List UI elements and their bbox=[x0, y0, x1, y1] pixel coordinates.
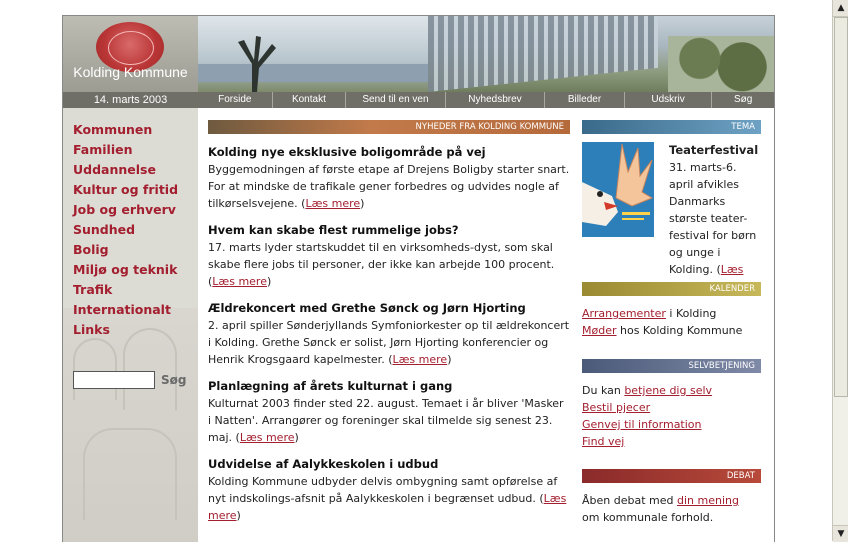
right-column: TEMA Teaterfestival 31. marts-6. april a… bbox=[582, 120, 761, 524]
self-service-link[interactable]: betjene dig selv bbox=[624, 384, 712, 397]
menu-job-og-erhverv[interactable]: Job og erhverv bbox=[73, 200, 178, 220]
read-more-link[interactable]: Læs mere bbox=[212, 275, 267, 288]
debat-text: Åben debat med bbox=[582, 494, 677, 507]
nav-kontakt[interactable]: Kontakt bbox=[273, 92, 347, 108]
page-frame: Kolding Kommune 14. marts 2003 Forside K… bbox=[62, 15, 775, 542]
news-column: NYHEDER FRA KOLDING KOMMUNE Kolding nye … bbox=[208, 120, 570, 524]
menu-miljoe-og-teknik[interactable]: Miljø og teknik bbox=[73, 260, 178, 280]
selvbetjening-intro: Du kan bbox=[582, 384, 625, 397]
news-body: Kolding Kommune udbyder delvis ombygning… bbox=[208, 475, 558, 505]
menu-familien[interactable]: Familien bbox=[73, 140, 178, 160]
logo-panel: Kolding Kommune bbox=[63, 16, 198, 92]
read-more-link[interactable]: Læs mere bbox=[305, 197, 360, 210]
org-name: Kolding Kommune bbox=[73, 64, 188, 80]
order-brochures-link[interactable]: Bestil pjecer bbox=[582, 401, 650, 414]
debat-heading: DEBAT bbox=[582, 469, 761, 483]
nav-nyhedsbrev[interactable]: Nyhedsbrev bbox=[446, 92, 546, 108]
header-banner-image bbox=[198, 16, 774, 92]
sidebar-background-image bbox=[63, 308, 198, 542]
news-title: Hvem kan skabe flest rummelige jobs? bbox=[208, 223, 459, 237]
news-item: Kolding nye eksklusive boligområde på ve… bbox=[208, 145, 570, 210]
tema-heading: TEMA bbox=[582, 120, 761, 134]
find-way-link[interactable]: Find vej bbox=[582, 435, 624, 448]
kalender-heading: KALENDER bbox=[582, 282, 761, 296]
news-body: 2. april spiller Sønderjyllands Symfonio… bbox=[208, 319, 570, 366]
nav-billeder[interactable]: Billeder bbox=[545, 92, 625, 108]
menu-bolig[interactable]: Bolig bbox=[73, 240, 178, 260]
news-body: 17. marts lyder startskuddet til en virk… bbox=[208, 241, 555, 271]
your-opinion-link[interactable]: din mening bbox=[677, 494, 739, 507]
tema-title: Teaterfestival bbox=[669, 143, 759, 157]
news-title: Ældrekoncert med Grethe Sønck og Jørn Hj… bbox=[208, 301, 526, 315]
events-suffix: i Kolding bbox=[665, 307, 717, 320]
shortcut-info-link[interactable]: Genvej til information bbox=[582, 418, 702, 431]
scroll-down-arrow-icon[interactable]: ▼ bbox=[833, 525, 848, 542]
menu-sundhed[interactable]: Sundhed bbox=[73, 220, 178, 240]
theatre-festival-poster[interactable] bbox=[582, 142, 654, 237]
meetings-link[interactable]: Møder bbox=[582, 324, 617, 337]
selvbetjening-heading: SELVBETJENING bbox=[582, 359, 761, 373]
read-more-link[interactable]: Læs mere bbox=[240, 431, 295, 444]
news-title: Kolding nye eksklusive boligområde på ve… bbox=[208, 145, 486, 159]
nav-forside[interactable]: Forside bbox=[198, 92, 273, 108]
menu-uddannelse[interactable]: Uddannelse bbox=[73, 160, 178, 180]
news-item: Planlægning af årets kulturnat i gang Ku… bbox=[208, 378, 570, 446]
search-button[interactable]: Søg bbox=[161, 373, 186, 387]
menu-internationalt[interactable]: Internationalt bbox=[73, 300, 178, 320]
top-nav: Forside Kontakt Send til en ven Nyhedsbr… bbox=[198, 92, 774, 108]
main-menu: Kommunen Familien Uddannelse Kultur og f… bbox=[73, 120, 178, 340]
scroll-up-arrow-icon[interactable]: ▲ bbox=[833, 0, 848, 17]
tema-body: 31. marts-6. april afvikles Danmarks stø… bbox=[669, 161, 757, 276]
news-item: Udvidelse af Aalykkeskolen i udbud Koldi… bbox=[208, 456, 570, 524]
nav-udskriv[interactable]: Udskriv bbox=[625, 92, 713, 108]
read-more-link[interactable]: Læs mere bbox=[393, 353, 448, 366]
news-item: Ældrekoncert med Grethe Sønck og Jørn Hj… bbox=[208, 301, 570, 366]
current-date: 14. marts 2003 bbox=[63, 92, 198, 108]
news-heading: NYHEDER FRA KOLDING KOMMUNE bbox=[208, 120, 570, 134]
events-link[interactable]: Arrangementer bbox=[582, 307, 666, 320]
statue-icon bbox=[238, 36, 276, 92]
meetings-suffix: hos Kolding Kommune bbox=[616, 324, 743, 337]
search-input[interactable] bbox=[73, 371, 155, 389]
nav-send-til-en-ven[interactable]: Send til en ven bbox=[346, 92, 446, 108]
vertical-scrollbar[interactable]: ▲ ▼ bbox=[832, 0, 848, 542]
left-sidebar: Kommunen Familien Uddannelse Kultur og f… bbox=[63, 108, 198, 542]
news-title: Planlægning af årets kulturnat i gang bbox=[208, 379, 453, 393]
tema-text: Teaterfestival 31. marts-6. april afvikl… bbox=[669, 142, 761, 295]
news-body: Byggemodningen af første etape af Drejen… bbox=[208, 163, 570, 210]
menu-links[interactable]: Links bbox=[73, 320, 178, 340]
news-title: Udvidelse af Aalykkeskolen i udbud bbox=[208, 457, 439, 471]
menu-kommunen[interactable]: Kommunen bbox=[73, 120, 178, 140]
menu-kultur-og-fritid[interactable]: Kultur og fritid bbox=[73, 180, 178, 200]
scroll-thumb[interactable] bbox=[834, 17, 848, 397]
nav-soeg[interactable]: Søg bbox=[712, 92, 774, 108]
news-item: Hvem kan skabe flest rummelige jobs? 17.… bbox=[208, 222, 570, 290]
debat-text-2: om kommunale forhold. bbox=[582, 511, 714, 524]
menu-trafik[interactable]: Trafik bbox=[73, 280, 178, 300]
